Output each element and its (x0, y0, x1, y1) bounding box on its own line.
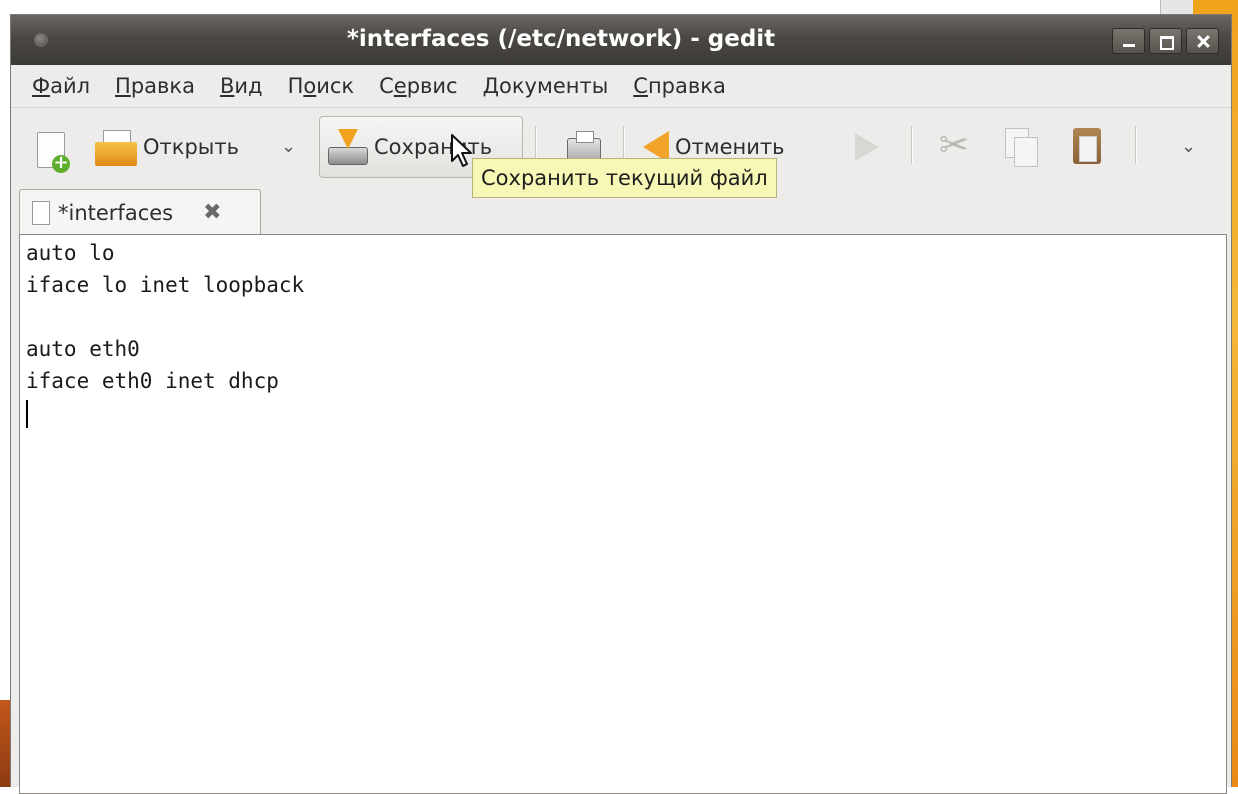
undo-button-label: Отменить (675, 135, 785, 159)
menu-documents[interactable]: Документы (483, 74, 609, 98)
menu-search-accel: о (303, 74, 317, 98)
menu-file[interactable]: Файл (32, 74, 90, 98)
menu-tools[interactable]: Сервис (379, 74, 458, 98)
menu-help-label: правка (647, 74, 726, 98)
open-button-label: Открыть (143, 135, 239, 159)
editor-line-current (26, 397, 1220, 429)
menu-documents-label: окументы (499, 74, 609, 98)
new-document-icon (37, 132, 70, 173)
cut-button[interactable]: ✂ (933, 116, 983, 178)
text-caret (26, 400, 28, 428)
desktop-background (0, 0, 1238, 14)
window-controls (1112, 28, 1219, 54)
maximize-icon[interactable] (1149, 28, 1182, 54)
redo-icon (855, 133, 879, 161)
folder-open-icon (95, 130, 137, 166)
menu-edit[interactable]: Правка (115, 74, 195, 98)
toolbar-overflow-icon[interactable]: ⌄ (1181, 136, 1196, 157)
editor-line: auto eth0 (26, 337, 140, 361)
toolbar-separator (1135, 126, 1136, 164)
copy-icon (1005, 128, 1038, 167)
close-window-icon[interactable] (1186, 28, 1219, 54)
minimize-icon[interactable] (1112, 28, 1145, 54)
menu-help-accel: С (633, 74, 648, 98)
menu-tools-label: рвис (406, 74, 458, 98)
menu-file-accel: Ф (32, 74, 51, 98)
menu-view[interactable]: Вид (220, 74, 263, 98)
new-document-button[interactable] (27, 116, 77, 178)
open-button[interactable]: Открыть (95, 116, 275, 178)
close-tab-icon[interactable]: ✖ (203, 200, 221, 225)
menu-file-label: айл (50, 74, 91, 98)
toolbar-separator (911, 126, 912, 164)
editor-line: iface lo inet loopback (26, 273, 305, 297)
menu-edit-label: равка (130, 74, 195, 98)
paste-icon (1073, 128, 1101, 164)
document-icon (32, 200, 50, 225)
editor-line: auto lo (26, 241, 115, 265)
copy-button[interactable] (997, 116, 1047, 178)
menu-edit-accel: П (115, 74, 131, 98)
menu-tools-pre: С (379, 74, 394, 98)
scissors-icon: ✂ (939, 125, 970, 166)
document-tab-label: *interfaces (58, 200, 174, 225)
menu-view-label: ид (234, 74, 263, 98)
menu-documents-accel: Д (482, 74, 500, 98)
menu-search-label: иск (316, 74, 355, 98)
text-editor[interactable]: auto lo iface lo inet loopback auto eth0… (19, 234, 1227, 794)
menu-help[interactable]: Справка (633, 74, 726, 98)
save-icon (328, 129, 368, 165)
save-tooltip: Сохранить текущий файл (472, 158, 777, 198)
menu-bar: Файл Правка Вид Поиск Сервис Документы С… (11, 65, 1231, 107)
gedit-window: *interfaces (/etc/network) - gedit Файл … (10, 14, 1232, 794)
title-bar[interactable]: *interfaces (/etc/network) - gedit (11, 15, 1231, 66)
editor-line: iface eth0 inet dhcp (26, 369, 279, 393)
menu-view-accel: В (219, 74, 235, 98)
menu-search[interactable]: Поиск (288, 74, 355, 98)
menu-search-pre: П (287, 74, 304, 98)
menu-tools-accel: е (393, 74, 407, 98)
window-title: *interfaces (/etc/network) - gedit (346, 26, 776, 52)
open-recent-dropdown-icon[interactable]: ⌄ (281, 136, 296, 157)
redo-button[interactable] (845, 116, 889, 178)
paste-button[interactable] (1063, 116, 1113, 178)
document-tab[interactable]: *interfaces ✖ (19, 189, 261, 235)
